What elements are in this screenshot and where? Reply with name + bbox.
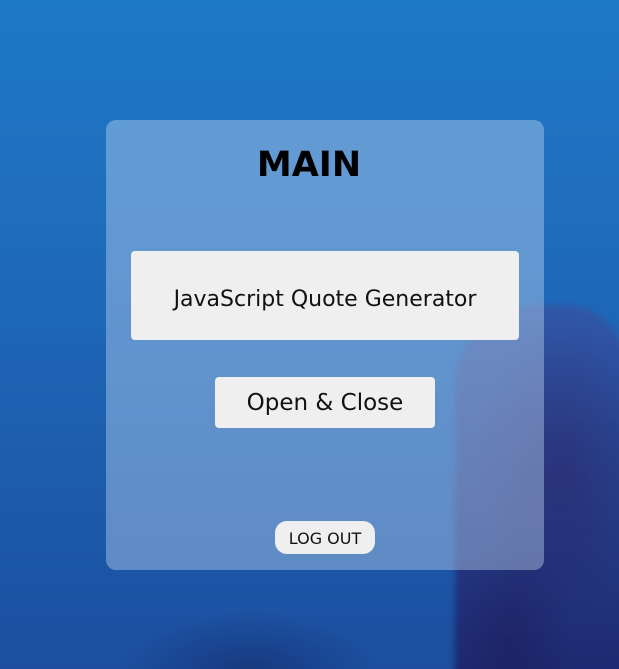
quote-generator-button[interactable]: JavaScript Quote Generator (131, 251, 519, 340)
page-title: MAIN (256, 145, 362, 185)
background-grass (120, 610, 380, 669)
logout-button[interactable]: LOG OUT (275, 521, 375, 554)
open-close-button[interactable]: Open & Close (215, 377, 435, 428)
